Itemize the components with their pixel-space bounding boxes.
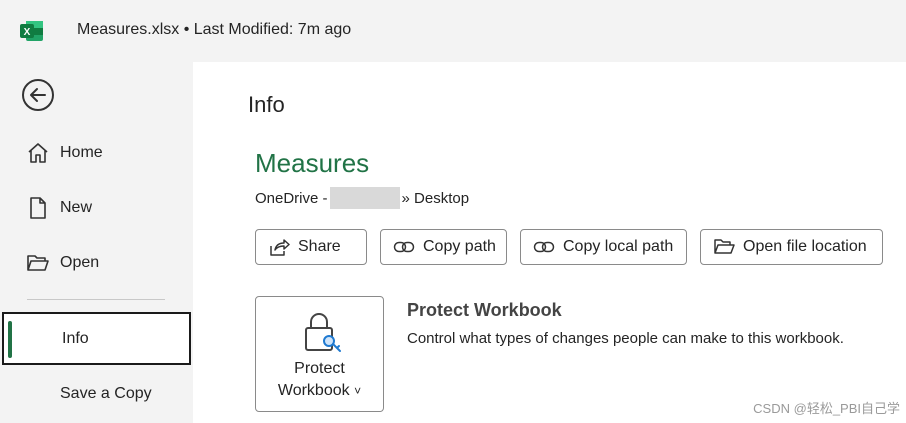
- tile-line-2: Workbook ˅: [277, 382, 362, 399]
- button-label: Share: [298, 238, 341, 255]
- svg-text:X: X: [24, 27, 31, 38]
- link-icon: [533, 241, 555, 253]
- page-title: Info: [248, 92, 285, 117]
- button-label: Copy local path: [563, 238, 674, 255]
- open-file-location-button[interactable]: Open file location: [700, 229, 883, 265]
- link-icon: [393, 241, 415, 253]
- chevron-down-icon: ˅: [354, 384, 362, 398]
- folder-open-icon: [714, 239, 735, 254]
- sidebar-item-label: Info: [62, 329, 89, 347]
- button-label: Open file location: [743, 238, 867, 255]
- redacted-region: [329, 187, 400, 209]
- title-bar: X Measures.xlsx • Last Modified: 7m ago: [0, 0, 906, 62]
- protect-workbook-description: Control what types of changes people can…: [407, 330, 844, 347]
- sidebar-item-open[interactable]: Open: [0, 243, 193, 283]
- back-arrow-icon: [30, 88, 46, 102]
- protect-workbook-button[interactable]: Protect Workbook ˅: [255, 296, 384, 412]
- sidebar-item-label: Save a Copy: [60, 385, 152, 402]
- new-document-icon: [30, 197, 46, 219]
- path-suffix: » Desktop: [401, 189, 470, 207]
- document-name: Measures: [255, 148, 370, 178]
- sidebar-item-new[interactable]: New: [0, 188, 193, 228]
- sidebar-item-label: Home: [60, 144, 103, 161]
- sidebar-divider: [27, 299, 165, 300]
- document-path: OneDrive - » Desktop: [255, 187, 469, 209]
- backstage-sidebar: Home New Open Info Save a Copy: [0, 62, 193, 423]
- window-title: Measures.xlsx • Last Modified: 7m ago: [77, 21, 352, 38]
- watermark: CSDN @轻松_PBI自己学: [753, 401, 900, 416]
- tile-line-1: Protect: [294, 360, 345, 377]
- home-icon: [28, 143, 48, 163]
- path-prefix: OneDrive -: [255, 189, 328, 207]
- button-label: Copy path: [423, 238, 496, 255]
- sidebar-item-info[interactable]: Info: [2, 312, 191, 365]
- protect-workbook-heading: Protect Workbook: [407, 300, 562, 320]
- protect-workbook-label: Protect Workbook ˅: [256, 358, 383, 402]
- sidebar-item-save-a-copy[interactable]: Save a Copy: [0, 374, 193, 414]
- folder-open-icon: [27, 255, 49, 271]
- sidebar-item-label: New: [60, 199, 93, 216]
- copy-local-path-button[interactable]: Copy local path: [520, 229, 687, 265]
- share-icon: [270, 239, 290, 256]
- excel-logo-icon: X: [20, 21, 43, 41]
- info-panel: Info Measures OneDrive - » Desktop Share…: [193, 62, 906, 423]
- sidebar-item-home[interactable]: Home: [0, 133, 193, 173]
- lock-key-icon: [305, 313, 341, 352]
- sidebar-item-label: Open: [60, 254, 100, 271]
- share-button[interactable]: Share: [255, 229, 367, 265]
- back-button[interactable]: [22, 79, 54, 111]
- copy-path-button[interactable]: Copy path: [380, 229, 507, 265]
